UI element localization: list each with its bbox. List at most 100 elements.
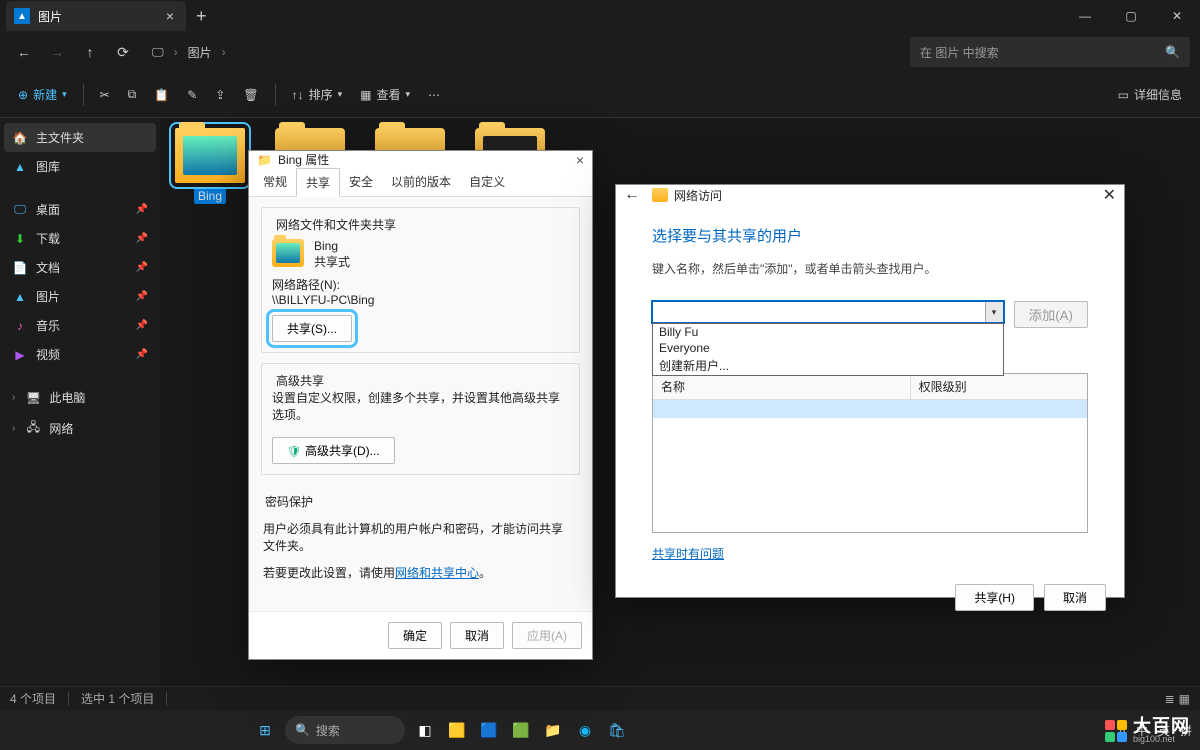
- watermark: 大百网 big100.net: [1105, 717, 1190, 744]
- folder-icon: 📁: [257, 153, 272, 167]
- folder-icon: [175, 128, 245, 183]
- dialog-title: Bing 属性: [278, 151, 329, 168]
- group-password: 密码保护 用户必须具有此计算机的用户帐户和密码，才能访问共享文件夹。 若要更改此…: [261, 485, 580, 591]
- forward-button[interactable]: →: [43, 38, 71, 66]
- column-permission[interactable]: 权限级别: [911, 374, 1087, 399]
- add-button[interactable]: 添加(A): [1014, 301, 1088, 328]
- gallery-icon: ▲: [12, 160, 28, 174]
- column-name[interactable]: 名称: [653, 374, 911, 399]
- watermark-brand: 大百网: [1133, 717, 1190, 735]
- sidebar-item-downloads[interactable]: ⬇下载📌: [4, 224, 156, 253]
- taskbar-search[interactable]: 🔍搜索: [285, 716, 405, 744]
- advanced-share-button[interactable]: 高级共享(D)...: [272, 437, 395, 464]
- list-row-selected[interactable]: [653, 400, 1087, 418]
- tab-pictures[interactable]: ▲ 图片 ×: [6, 1, 186, 31]
- folder-bing[interactable]: Bing: [170, 128, 250, 203]
- tab-title: 图片: [38, 8, 62, 25]
- new-tab-button[interactable]: +: [196, 6, 207, 27]
- back-button[interactable]: ←: [624, 186, 640, 204]
- grid-view-button[interactable]: ▦: [1179, 692, 1190, 706]
- permission-list[interactable]: 名称 权限级别: [652, 373, 1088, 533]
- dropdown-option[interactable]: Billy Fu: [653, 324, 1003, 340]
- close-button[interactable]: ✕: [1080, 185, 1116, 205]
- pin-icon: 📌: [136, 233, 148, 244]
- share-button[interactable]: 共享(S)...: [272, 315, 352, 342]
- tab-strip: 常规 共享 安全 以前的版本 自定义: [249, 168, 592, 197]
- separator: [275, 84, 276, 106]
- view-button[interactable]: ▦ 查看 ▾: [352, 81, 418, 108]
- back-button[interactable]: ←: [10, 38, 38, 66]
- delete-button[interactable]: 🗑: [235, 83, 266, 107]
- network-path-label: 网络路径(N):: [272, 276, 569, 293]
- breadcrumb[interactable]: 🖵 › 图片 ›: [152, 44, 226, 61]
- sort-button[interactable]: ↑↓ 排序 ▾: [284, 81, 351, 108]
- ok-button[interactable]: 确定: [388, 622, 442, 649]
- paste-button[interactable]: 📋: [146, 83, 177, 107]
- dialog-titlebar[interactable]: 📁 Bing 属性 ×: [249, 151, 592, 168]
- group-title: 网络文件和文件夹共享: [272, 216, 400, 233]
- tab-customize[interactable]: 自定义: [460, 168, 514, 196]
- search-icon: 🔍: [1165, 45, 1180, 59]
- sidebar-item-pictures[interactable]: ▲图片📌: [4, 282, 156, 311]
- taskbar-app[interactable]: 🟨: [445, 718, 469, 742]
- music-icon: ♪: [12, 319, 28, 333]
- trouble-link[interactable]: 共享时有问题: [652, 545, 724, 562]
- tab-share[interactable]: 共享: [296, 168, 340, 197]
- tab-previous[interactable]: 以前的版本: [382, 168, 460, 196]
- task-view-button[interactable]: ◧: [413, 718, 437, 742]
- share-instruction: 键入名称，然后单击"添加"，或者单击箭头查找用户。: [652, 260, 1088, 277]
- breadcrumb-item[interactable]: 图片: [188, 44, 212, 61]
- rename-button[interactable]: ✎: [179, 83, 205, 107]
- taskbar-app[interactable]: 🟦: [477, 718, 501, 742]
- apply-button[interactable]: 应用(A): [512, 622, 582, 649]
- network-icon: 🖧: [25, 418, 41, 439]
- dropdown-option[interactable]: 创建新用户...: [653, 356, 1003, 375]
- tab-security[interactable]: 安全: [340, 168, 382, 196]
- properties-dialog: 📁 Bing 属性 × 常规 共享 安全 以前的版本 自定义 网络文件和文件夹共…: [248, 150, 593, 660]
- sidebar-item-desktop[interactable]: 🖵桌面📌: [4, 195, 156, 224]
- separator: [68, 692, 69, 706]
- more-button[interactable]: ⋯: [420, 83, 448, 107]
- taskbar-edge[interactable]: ◉: [573, 718, 597, 742]
- close-button[interactable]: ×: [552, 152, 584, 168]
- minimize-button[interactable]: —: [1062, 0, 1108, 32]
- tab-general[interactable]: 常规: [254, 168, 296, 196]
- cancel-button[interactable]: 取消: [1044, 584, 1106, 611]
- start-button[interactable]: ⊞: [253, 718, 277, 742]
- cut-button[interactable]: ✂: [92, 83, 118, 107]
- taskbar-store[interactable]: 🛍: [605, 718, 629, 742]
- new-button[interactable]: ⊕ 新建 ▾: [10, 81, 75, 108]
- maximize-button[interactable]: ▢: [1108, 0, 1154, 32]
- dropdown-list: Billy Fu Everyone 创建新用户...: [652, 323, 1004, 376]
- user-combobox[interactable]: ▾ Billy Fu Everyone 创建新用户...: [652, 301, 1004, 328]
- copy-button[interactable]: ⧉: [120, 82, 145, 107]
- network-center-link[interactable]: 网络和共享中心: [395, 566, 479, 580]
- group-title: 密码保护: [261, 493, 317, 510]
- sidebar-item-thispc[interactable]: ›🖥此电脑: [4, 383, 156, 412]
- chevron-right-icon: ›: [12, 423, 15, 434]
- close-tab-icon[interactable]: ×: [166, 8, 174, 24]
- dropdown-option[interactable]: Everyone: [653, 340, 1003, 356]
- sidebar-item-home[interactable]: 🏠主文件夹: [4, 123, 156, 152]
- refresh-button[interactable]: ⟳: [109, 38, 137, 66]
- cancel-button[interactable]: 取消: [450, 622, 504, 649]
- sidebar-item-gallery[interactable]: ▲图库: [4, 152, 156, 181]
- close-button[interactable]: ✕: [1154, 0, 1200, 32]
- sidebar-item-documents[interactable]: 📄文档📌: [4, 253, 156, 282]
- sidebar-item-videos[interactable]: ▶视频📌: [4, 340, 156, 369]
- list-view-button[interactable]: ≣: [1165, 692, 1175, 706]
- taskbar-app[interactable]: 🟩: [509, 718, 533, 742]
- share-submit-button[interactable]: 共享(H): [955, 584, 1034, 611]
- up-button[interactable]: ↑: [76, 38, 104, 66]
- sidebar-item-network[interactable]: ›🖧网络: [4, 412, 156, 445]
- dialog-footer: 确定 取消 应用(A): [249, 611, 592, 659]
- sidebar-item-music[interactable]: ♪音乐📌: [4, 311, 156, 340]
- details-pane-button[interactable]: ▭ 详细信息: [1110, 81, 1190, 108]
- folder-label: Bing: [194, 188, 226, 204]
- share-heading: 选择要与其共享的用户: [652, 225, 1088, 246]
- share-button[interactable]: ⇪: [207, 83, 233, 107]
- user-input[interactable]: [652, 301, 1004, 323]
- dropdown-arrow-icon[interactable]: ▾: [985, 302, 1003, 322]
- search-input[interactable]: 在 图片 中搜索 🔍: [910, 37, 1190, 67]
- taskbar-explorer[interactable]: 📁: [541, 718, 565, 742]
